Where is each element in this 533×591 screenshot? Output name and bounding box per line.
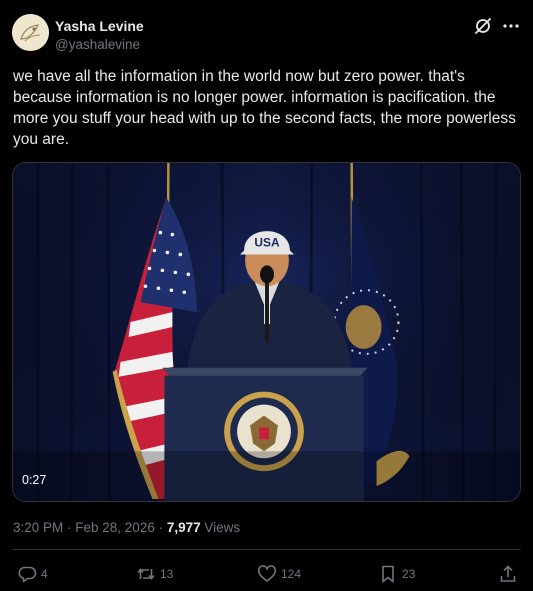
author-handle[interactable]: @yashalevine [55, 37, 140, 52]
divider [12, 549, 521, 550]
heart-icon [257, 565, 277, 582]
repost-count: 13 [160, 567, 174, 581]
more-options-icon[interactable] [501, 16, 521, 36]
author-name[interactable]: Yasha Levine [55, 18, 144, 34]
video-player[interactable]: USA [12, 162, 521, 502]
avatar[interactable] [12, 14, 49, 51]
share-button[interactable] [498, 562, 518, 586]
post-meta: 3:20 PM · Feb 28, 2026 · 7,977 Views [13, 520, 240, 535]
grok-icon[interactable] [473, 16, 493, 36]
post-text: we have all the information in the world… [13, 68, 516, 148]
views-label: Views [200, 520, 241, 535]
reply-count: 4 [41, 567, 48, 581]
bookmark-icon [382, 565, 394, 583]
share-icon [500, 565, 516, 582]
like-count: 124 [281, 567, 302, 581]
repost-icon [137, 568, 155, 580]
post-header: Yasha Levine @yashalevine [12, 14, 521, 56]
svg-text:USA: USA [254, 236, 280, 250]
views-count: 7,977 [166, 520, 201, 535]
bookmark-button[interactable]: 23 [378, 562, 415, 586]
bookmark-count: 23 [402, 567, 416, 581]
reply-button[interactable]: 4 [17, 562, 48, 586]
reply-icon [18, 566, 37, 583]
action-bar: 4 13 124 23 [0, 562, 533, 586]
like-button[interactable]: 124 [257, 562, 301, 586]
repost-button[interactable]: 13 [136, 562, 173, 586]
post-timestamp[interactable]: 3:20 PM · Feb 28, 2026 · [13, 520, 167, 535]
video-duration: 0:27 [22, 473, 47, 487]
post: Yasha Levine @yashalevine we have all th… [0, 0, 533, 591]
video-frame: USA [13, 163, 520, 501]
